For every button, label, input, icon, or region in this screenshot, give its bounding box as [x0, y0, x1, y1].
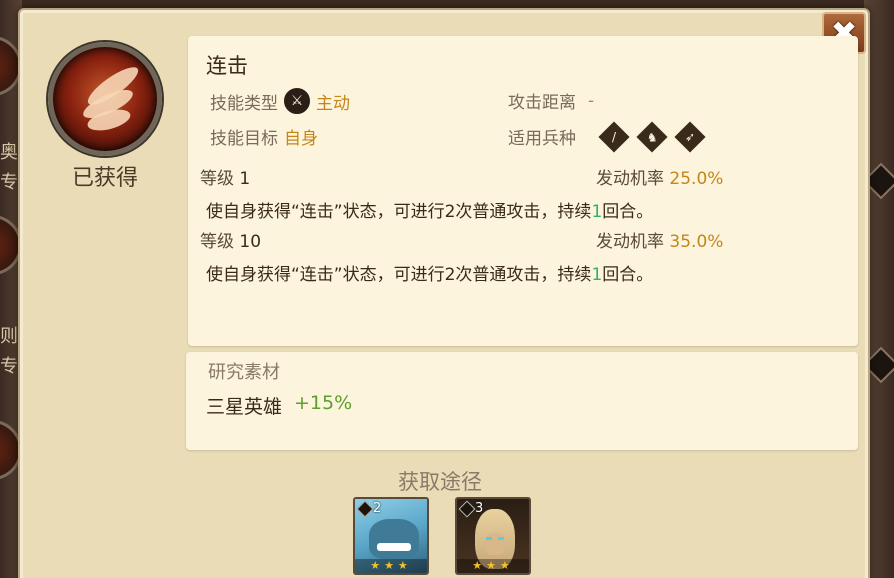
- sword-troop-icon: /: [598, 120, 630, 153]
- skill-type-label: 技能类型: [210, 93, 278, 114]
- description-turns: 1: [591, 202, 603, 222]
- research-item-row: 三星英雄 +15%: [206, 392, 352, 419]
- level-row: 等级 1 发动机率 25.0%: [200, 164, 740, 189]
- skill-target-value: 自身: [284, 129, 318, 149]
- description-text: 使自身获得“连击”状态，可进行2次普通攻击，持续: [206, 265, 592, 285]
- hero-troop-badge: 2: [356, 500, 382, 517]
- description-text: 回合。: [602, 265, 654, 285]
- hero-stars: ★★★: [355, 559, 427, 573]
- activation-rate-value: 35.0%: [669, 232, 724, 252]
- hero-troop-badge: 3: [458, 500, 484, 517]
- horse-troop-icon: [356, 500, 374, 517]
- research-material-box: 研究素材 三星英雄 +15%: [186, 352, 858, 450]
- description-text: 回合。: [602, 202, 654, 222]
- hero-stars: ★★★: [457, 559, 529, 573]
- skill-target-row: 技能目标 自身: [210, 124, 318, 149]
- hero-badge-number: 3: [475, 501, 484, 516]
- attack-range-label: 攻击距离: [508, 93, 576, 113]
- bow-troop-icon: ➶: [674, 120, 706, 153]
- troop-type-row: 适用兵种 / ♞ ➶: [508, 120, 706, 153]
- research-bonus: +15%: [294, 392, 353, 414]
- background-label: 专: [0, 356, 18, 377]
- attack-range-row: 攻击距离 -: [508, 88, 595, 114]
- sword-slash-icon: ⚔: [284, 88, 310, 114]
- skill-icon-flame-claw: [48, 42, 162, 156]
- skill-status: 已获得: [71, 166, 138, 191]
- description-turns: 1: [591, 265, 603, 285]
- level-value: 10: [239, 232, 262, 252]
- skill-info-box: 连击 技能类型 ⚔ 主动 攻击距离 - 技能目标 自身 适用兵种 / ♞ ➶ 等…: [188, 36, 858, 346]
- hero-badge-number: 2: [373, 501, 382, 516]
- bow-troop-icon: [458, 500, 476, 517]
- activation-rate-label: 发动机率: [596, 232, 664, 252]
- horse-troop-icon: ♞: [636, 120, 668, 153]
- skill-target-label: 技能目标: [210, 129, 278, 149]
- level-label: 等级: [200, 169, 234, 189]
- skill-name: 连击: [206, 54, 248, 78]
- troop-type-label: 适用兵种: [508, 129, 576, 149]
- level-value: 1: [239, 169, 251, 189]
- skill-type-row: 技能类型 ⚔ 主动: [210, 88, 350, 114]
- research-item: 三星英雄: [206, 396, 283, 418]
- activation-rate-label: 发动机率: [596, 169, 664, 189]
- level-row: 等级 10 发动机率 35.0%: [200, 227, 740, 252]
- description-text: 使自身获得“连击”状态，可进行2次普通攻击，持续: [206, 202, 592, 222]
- hero-card[interactable]: 3 ★★★: [455, 497, 531, 575]
- background-label: 专: [0, 172, 18, 193]
- background-label: 则: [0, 326, 18, 347]
- background-label: 奥: [0, 142, 18, 163]
- attack-range-value: -: [588, 90, 595, 111]
- level-label: 等级: [200, 232, 234, 252]
- level-description: 使自身获得“连击”状态，可进行2次普通攻击，持续1回合。: [206, 260, 653, 285]
- acquisition-title: 获取途径: [398, 470, 482, 494]
- activation-rate-value: 25.0%: [669, 169, 724, 189]
- skill-type-value: 主动: [316, 93, 350, 114]
- research-title: 研究素材: [208, 362, 280, 383]
- level-description: 使自身获得“连击”状态，可进行2次普通攻击，持续1回合。: [206, 197, 653, 222]
- hero-card[interactable]: 2 ★★★: [353, 497, 429, 575]
